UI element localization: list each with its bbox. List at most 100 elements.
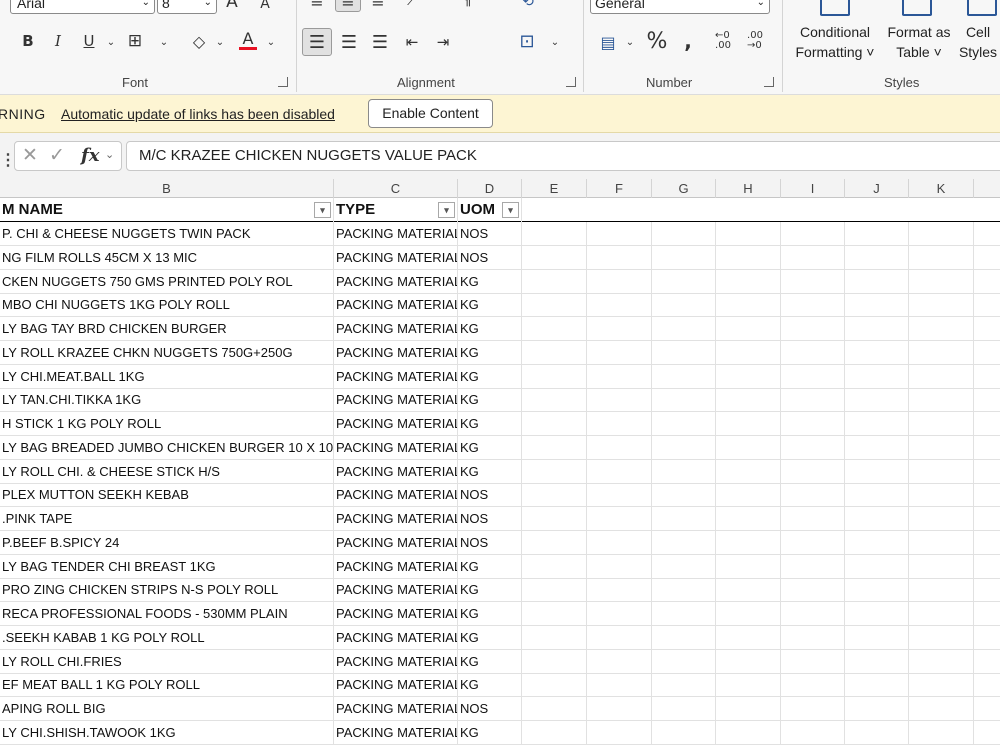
empty-cell[interactable]: [587, 340, 652, 365]
cell-uom[interactable]: NOS: [458, 507, 522, 531]
cancel-icon[interactable]: ✕: [22, 144, 38, 167]
empty-cell[interactable]: [652, 245, 716, 270]
insert-function-button[interactable]: fx: [81, 145, 99, 166]
empty-cell[interactable]: [781, 364, 845, 389]
empty-cell[interactable]: [845, 459, 909, 484]
empty-cell[interactable]: [716, 483, 781, 508]
cell-name[interactable]: PRO ZING CHICKEN STRIPS N-S POLY ROLL: [0, 578, 334, 603]
cell-name[interactable]: LY BAG BREADED JUMBO CHICKEN BURGER 10 X…: [0, 435, 334, 460]
empty-cell[interactable]: [781, 435, 845, 460]
cell-name[interactable]: LY ROLL CHI. & CHEESE STICK H/S: [0, 459, 334, 484]
empty-cell[interactable]: [845, 554, 909, 579]
empty-cell[interactable]: [716, 602, 781, 626]
empty-cell[interactable]: [652, 222, 716, 246]
empty-cell[interactable]: [522, 293, 587, 318]
cell-uom[interactable]: KG: [458, 293, 522, 318]
empty-cell[interactable]: [522, 649, 587, 674]
empty-cell[interactable]: [522, 340, 587, 365]
empty-cell[interactable]: [781, 317, 845, 341]
empty-cell[interactable]: [781, 459, 845, 484]
empty-cell[interactable]: [781, 388, 845, 413]
percent-style-icon[interactable]: %: [645, 28, 669, 54]
decrease-decimal-icon[interactable]: .00 →0: [742, 28, 768, 54]
cell-type[interactable]: PACKING MATERIAL: [334, 340, 458, 365]
cell-type[interactable]: PACKING MATERIAL: [334, 530, 458, 555]
cell-type[interactable]: PACKING MATERIAL: [334, 435, 458, 460]
empty-cell[interactable]: [845, 245, 909, 270]
cell-uom[interactable]: KG: [458, 340, 522, 365]
cell-name[interactable]: LY ROLL CHI.FRIES: [0, 649, 334, 674]
empty-cell[interactable]: [781, 269, 845, 294]
empty-cell[interactable]: [716, 720, 781, 745]
empty-cell[interactable]: [845, 293, 909, 318]
empty-cell[interactable]: [522, 222, 587, 246]
empty-cell[interactable]: [781, 625, 845, 650]
empty-cell[interactable]: [522, 673, 587, 698]
empty-cell[interactable]: [652, 649, 716, 674]
cell-name[interactable]: LY ROLL KRAZEE CHKN NUGGETS 750G+250G: [0, 340, 334, 365]
empty-cell[interactable]: [909, 483, 974, 508]
cell-uom[interactable]: KG: [458, 317, 522, 341]
warning-message-link[interactable]: Automatic update of links has been disab…: [61, 106, 335, 122]
empty-cell[interactable]: [522, 388, 587, 413]
empty-cell[interactable]: [652, 507, 716, 531]
empty-cell[interactable]: [845, 578, 909, 603]
empty-cell[interactable]: [781, 649, 845, 674]
empty-cell[interactable]: [909, 697, 974, 721]
cell-name[interactable]: MBO CHI NUGGETS 1KG POLY ROLL: [0, 293, 334, 318]
empty-cell[interactable]: [587, 507, 652, 531]
empty-cell[interactable]: [522, 530, 587, 555]
align-left-icon[interactable]: ☰: [302, 28, 332, 56]
chevron-down-icon[interactable]: ⌄: [213, 32, 227, 52]
alignment-dialog-launcher-icon[interactable]: [566, 77, 576, 87]
empty-cell[interactable]: [587, 222, 652, 246]
font-name-select[interactable]: Arial ⌄: [10, 0, 155, 14]
empty-cell[interactable]: [652, 435, 716, 460]
empty-cell[interactable]: [587, 720, 652, 745]
empty-cell[interactable]: [845, 388, 909, 413]
empty-cell[interactable]: [781, 720, 845, 745]
empty-cell[interactable]: [781, 554, 845, 579]
empty-cell[interactable]: [909, 245, 974, 270]
cell-uom[interactable]: NOS: [458, 245, 522, 270]
cell-name[interactable]: RECA PROFESSIONAL FOODS - 530MM PLAIN: [0, 602, 334, 626]
cell-type[interactable]: PACKING MATERIAL: [334, 649, 458, 674]
empty-cell[interactable]: [652, 530, 716, 555]
align-top-icon[interactable]: ≡: [305, 0, 329, 12]
cell-uom[interactable]: NOS: [458, 530, 522, 555]
chevron-down-icon[interactable]: ⌄: [105, 148, 114, 161]
empty-cell[interactable]: [716, 435, 781, 460]
header-cell-name[interactable]: M NAME ▾: [0, 198, 334, 222]
cell-uom[interactable]: KG: [458, 364, 522, 389]
empty-cell[interactable]: [522, 697, 587, 721]
cell-uom[interactable]: NOS: [458, 697, 522, 721]
empty-cell[interactable]: [845, 649, 909, 674]
empty-cell[interactable]: [522, 720, 587, 745]
empty-cell[interactable]: [909, 293, 974, 318]
empty-cell[interactable]: [845, 222, 909, 246]
cell-name[interactable]: LY CHI.MEAT.BALL 1KG: [0, 364, 334, 389]
formula-input[interactable]: M/C KRAZEE CHICKEN NUGGETS VALUE PACK: [126, 141, 1000, 171]
empty-cell[interactable]: [716, 412, 781, 436]
empty-cell[interactable]: [587, 602, 652, 626]
cell-name[interactable]: LY BAG TENDER CHI BREAST 1KG: [0, 554, 334, 579]
empty-cell[interactable]: [781, 578, 845, 603]
empty-cell[interactable]: [909, 507, 974, 531]
empty-cell[interactable]: [909, 412, 974, 436]
empty-cell[interactable]: [909, 554, 974, 579]
empty-cell[interactable]: [522, 578, 587, 603]
cell-type[interactable]: PACKING MATERIAL: [334, 245, 458, 270]
empty-cell[interactable]: [587, 388, 652, 413]
header-cell-type[interactable]: TYPE ▾: [334, 198, 458, 222]
cell-type[interactable]: PACKING MATERIAL: [334, 602, 458, 626]
empty-cell[interactable]: [845, 412, 909, 436]
empty-cell[interactable]: [845, 340, 909, 365]
empty-cell[interactable]: [781, 507, 845, 531]
empty-cell[interactable]: [587, 483, 652, 508]
font-color-button[interactable]: A: [236, 28, 260, 52]
cell-uom[interactable]: KG: [458, 459, 522, 484]
empty-cell[interactable]: [587, 317, 652, 341]
borders-button[interactable]: ⊞: [123, 30, 147, 52]
empty-cell[interactable]: [587, 673, 652, 698]
empty-cell[interactable]: [716, 222, 781, 246]
